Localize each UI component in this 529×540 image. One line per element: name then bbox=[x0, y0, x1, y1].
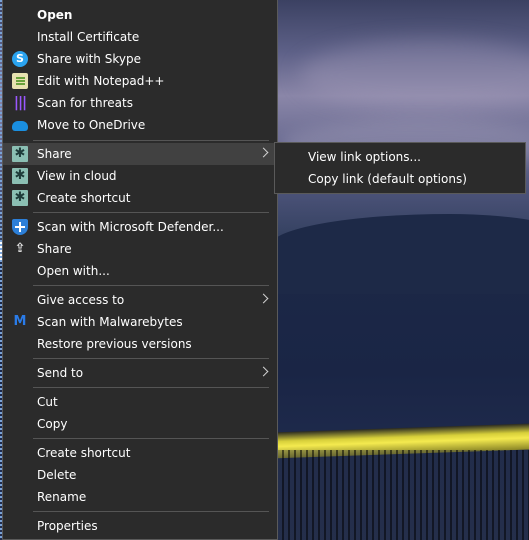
submenu-item-copy-link[interactable]: Copy link (default options) bbox=[275, 168, 525, 190]
menu-item-rename[interactable]: Rename bbox=[3, 486, 277, 508]
menu-item-label: Delete bbox=[37, 468, 77, 482]
menu-item-send-to[interactable]: Send to bbox=[3, 362, 277, 384]
menu-item-label: Give access to bbox=[37, 293, 125, 307]
wallpaper-hill bbox=[270, 214, 529, 294]
share-arrow-icon: ⇪ bbox=[14, 241, 26, 256]
menu-item-restore-previous-versions[interactable]: Restore previous versions bbox=[3, 333, 277, 355]
menu-item-create-shortcut-app[interactable]: ✱ Create shortcut bbox=[3, 187, 277, 209]
menu-separator bbox=[33, 387, 269, 388]
menu-item-properties[interactable]: Properties bbox=[3, 515, 277, 537]
defender-shield-icon bbox=[12, 219, 28, 235]
menu-separator bbox=[33, 358, 269, 359]
menu-item-label: Edit with Notepad++ bbox=[37, 74, 165, 88]
submenu-item-view-link-options[interactable]: View link options... bbox=[275, 146, 525, 168]
menu-item-give-access-to[interactable]: Give access to bbox=[3, 289, 277, 311]
menu-item-label: View in cloud bbox=[37, 169, 117, 183]
menu-item-share-submenu[interactable]: ✱ Share bbox=[3, 143, 277, 165]
menu-item-open-with[interactable]: Open with... bbox=[3, 260, 277, 282]
menu-item-label: Create shortcut bbox=[37, 191, 131, 205]
chevron-right-icon bbox=[258, 366, 269, 377]
menu-item-label: Move to OneDrive bbox=[37, 118, 146, 132]
menu-item-label: Scan with Malwarebytes bbox=[37, 315, 183, 329]
menu-item-label: Scan for threats bbox=[37, 96, 133, 110]
chevron-right-icon bbox=[258, 147, 269, 158]
menu-item-label: Install Certificate bbox=[37, 30, 140, 44]
menu-item-label: Send to bbox=[37, 366, 84, 380]
menu-item-label: Copy bbox=[37, 417, 68, 431]
menu-item-label: Restore previous versions bbox=[37, 337, 192, 351]
chevron-right-icon bbox=[258, 293, 269, 304]
menu-separator bbox=[33, 140, 269, 141]
onedrive-cloud-icon bbox=[12, 121, 28, 131]
menu-item-label: Share bbox=[37, 242, 72, 256]
share-app-icon: ✱ bbox=[12, 146, 28, 162]
menu-item-label: Rename bbox=[37, 490, 87, 504]
menu-item-share-with-skype[interactable]: S Share with Skype bbox=[3, 48, 277, 70]
menu-item-install-certificate[interactable]: Install Certificate bbox=[3, 26, 277, 48]
menu-item-label: Create shortcut bbox=[37, 446, 131, 460]
menu-item-label: Scan with Microsoft Defender... bbox=[37, 220, 224, 234]
submenu-item-label: Copy link (default options) bbox=[308, 172, 467, 186]
menu-item-delete[interactable]: Delete bbox=[3, 464, 277, 486]
threat-scan-icon: ||| bbox=[13, 95, 27, 111]
skype-icon: S bbox=[12, 51, 28, 67]
context-menu: Open Install Certificate S Share with Sk… bbox=[2, 0, 278, 540]
menu-separator bbox=[33, 438, 269, 439]
menu-item-scan-for-threats[interactable]: ||| Scan for threats bbox=[3, 92, 277, 114]
menu-item-label: Share bbox=[37, 147, 72, 161]
menu-item-label: Share with Skype bbox=[37, 52, 141, 66]
menu-item-label: Properties bbox=[37, 519, 98, 533]
menu-item-cut[interactable]: Cut bbox=[3, 391, 277, 413]
menu-item-copy[interactable]: Copy bbox=[3, 413, 277, 435]
menu-separator bbox=[33, 285, 269, 286]
menu-item-scan-with-malwarebytes[interactable]: M Scan with Malwarebytes bbox=[3, 311, 277, 333]
share-app-icon: ✱ bbox=[12, 190, 28, 206]
menu-separator bbox=[33, 511, 269, 512]
wallpaper-reeds bbox=[270, 450, 529, 540]
malwarebytes-icon: M bbox=[13, 314, 27, 329]
share-app-icon: ✱ bbox=[12, 168, 28, 184]
menu-item-create-shortcut[interactable]: Create shortcut bbox=[3, 442, 277, 464]
menu-item-scan-with-defender[interactable]: Scan with Microsoft Defender... bbox=[3, 216, 277, 238]
menu-item-label: Open bbox=[37, 8, 73, 22]
notepad-plus-plus-icon bbox=[12, 73, 28, 89]
menu-item-share[interactable]: ⇪ Share bbox=[3, 238, 277, 260]
menu-item-move-to-onedrive[interactable]: Move to OneDrive bbox=[3, 114, 277, 136]
menu-item-open[interactable]: Open bbox=[3, 4, 277, 26]
menu-item-label: Open with... bbox=[37, 264, 110, 278]
submenu-item-label: View link options... bbox=[308, 150, 421, 164]
share-submenu: View link options... Copy link (default … bbox=[274, 142, 526, 194]
menu-item-view-in-cloud[interactable]: ✱ View in cloud bbox=[3, 165, 277, 187]
menu-separator bbox=[33, 212, 269, 213]
menu-item-label: Cut bbox=[37, 395, 58, 409]
menu-item-edit-with-notepad[interactable]: Edit with Notepad++ bbox=[3, 70, 277, 92]
